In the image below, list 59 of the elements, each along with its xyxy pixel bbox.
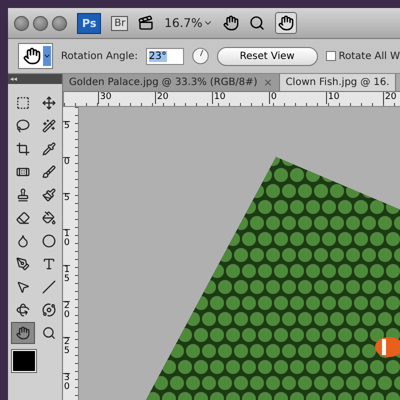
ruler-label: 20	[63, 301, 70, 337]
eraser-icon	[16, 211, 30, 225]
window-button[interactable]	[33, 16, 48, 30]
film-strip-icon[interactable]	[138, 15, 154, 31]
bandage-icon	[16, 165, 30, 179]
ruler-label: 30	[98, 92, 155, 104]
window-button[interactable]	[14, 16, 29, 30]
zoom-dropdown[interactable]: 16.7%	[164, 16, 213, 30]
rotate-3d-icon	[16, 303, 30, 317]
zoom-icon[interactable]	[248, 15, 265, 31]
crop-icon	[16, 142, 30, 156]
document-tab[interactable]: Clown Fish.jpg @ 16.	[280, 74, 396, 91]
rotation-angle-field[interactable]: 23°	[146, 48, 184, 64]
ruler-label: 0	[269, 92, 326, 104]
move-icon	[42, 96, 56, 110]
lasso-icon	[16, 119, 30, 133]
orbit-icon	[42, 303, 56, 317]
tool-button[interactable]	[11, 322, 35, 344]
caret-icon	[43, 52, 51, 60]
ruler-label: 25	[63, 337, 70, 373]
zoom-icon	[42, 326, 56, 340]
rotate-view-button[interactable]	[274, 12, 297, 34]
magic-wand-icon	[42, 119, 56, 133]
stamp-icon	[16, 188, 30, 202]
paint-bucket-icon	[42, 211, 56, 225]
line-icon	[42, 280, 56, 294]
ruler-label: 10	[63, 229, 70, 265]
dashed-square-icon	[16, 96, 30, 110]
eyedropper-icon	[42, 142, 56, 156]
hand-icon	[16, 326, 30, 340]
document-tab[interactable]: Golden Palace.jpg @ 33.3% (RGB/8#) ×	[63, 74, 280, 91]
foreground-color-swatch[interactable]	[12, 350, 36, 372]
arrow-pointer-icon	[16, 280, 30, 294]
ruler-label: 30	[63, 373, 70, 400]
bridge-button[interactable]: Br	[111, 16, 128, 30]
ruler-label: 5	[63, 193, 70, 229]
circle-icon	[42, 234, 56, 248]
type-icon	[42, 257, 56, 271]
hand-icon[interactable]	[222, 15, 239, 31]
rotate-all-label: Rotate All W	[338, 50, 400, 62]
ruler-label: 10	[212, 92, 269, 104]
hand-icon	[23, 47, 41, 65]
rotation-angle-label: Rotation Angle:	[61, 50, 138, 62]
ruler-label: 10	[326, 92, 383, 104]
ruler-label: 20	[383, 92, 400, 104]
app-logo: Ps	[77, 12, 102, 34]
ruler-label: 20	[155, 92, 212, 104]
paintbrush-icon	[42, 188, 56, 202]
angle-dial[interactable]	[192, 45, 209, 67]
checkbox[interactable]	[326, 51, 336, 61]
ruler-label: 5	[63, 121, 70, 157]
ruler-label: 0	[63, 157, 70, 193]
brush-icon	[42, 165, 56, 179]
window-button[interactable]	[52, 16, 67, 30]
droplet-icon	[16, 234, 30, 248]
pen-icon	[16, 257, 30, 271]
reset-view-button[interactable]: Reset View	[216, 46, 318, 66]
tool-preset-picker[interactable]	[18, 43, 53, 69]
ruler-label: 15	[63, 265, 70, 301]
